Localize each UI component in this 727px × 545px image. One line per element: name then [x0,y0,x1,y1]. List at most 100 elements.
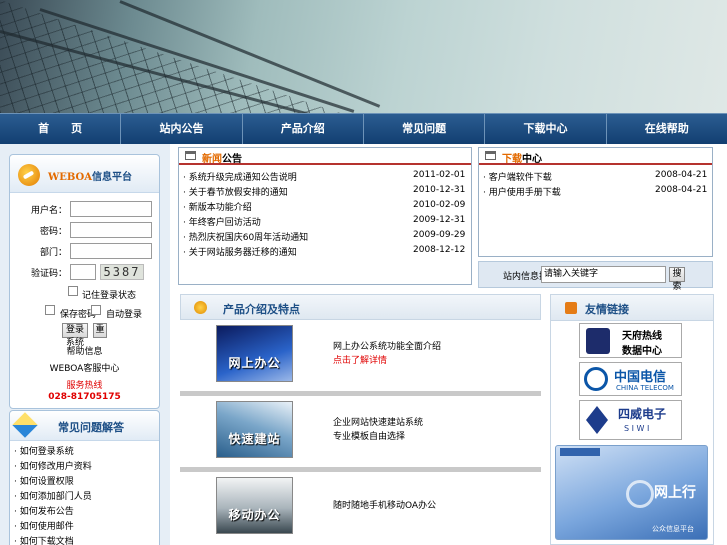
save-password-checkbox[interactable] [45,305,55,315]
siwi-name: 四威电子 [618,407,667,421]
department-label: 部门： [39,248,67,258]
remember-label: 记住登录状态 [82,291,137,301]
product-image-caption: 网上办公 [228,356,281,370]
telecom-name: 中国电信 [614,370,667,385]
friend-links-title: 友情链接 [585,303,629,316]
news-box: 新闻公告 · 系统升级完成通知公告说明 2011-02-01 · 关于春节放假安排… [178,147,472,285]
faq-item[interactable]: · 如何修改用户资料 [14,460,92,475]
link-tianfu-logo[interactable]: 天府热线 数据中心 [579,323,682,358]
username-input[interactable] [70,201,152,217]
product-detail-link[interactable]: 点击了解详情 [333,354,441,368]
login-button[interactable]: 登录系统 [62,323,88,348]
product-separator [180,467,541,472]
product-image-caption: 快速建站 [228,432,281,446]
products-header: 产品介绍及特点 [180,294,541,320]
product-image-mobile-office[interactable]: 移动办公 [216,477,293,534]
news-row[interactable]: · 系统升级完成通知公告说明 2011-02-01 [183,168,469,183]
news-row[interactable]: · 年终客户回访活动 2009-12-31 [183,213,469,228]
news-row[interactable]: · 关于春节放假安排的通知 2010-12-31 [183,183,469,198]
product-desc: 网上办公系统功能全面介绍 点击了解详情 [333,340,441,368]
download-box-title: 下载中心 [502,154,542,165]
password-label: 密码： [39,227,67,237]
search-input[interactable]: 请输入关键字 [541,266,666,283]
reset-button[interactable]: 重 [93,323,107,338]
faq-item[interactable]: · 如何添加部门人员 [14,490,92,505]
nav-item-announcements[interactable]: 站内公告 [121,114,243,144]
link-icon [565,302,577,314]
product-desc: 随时随地手机移动OA办公 [333,499,436,513]
news-row[interactable]: · 关于网站服务器迁移的通知 2008-12-12 [183,243,469,258]
link-siwi-logo[interactable]: 四威电子 S I W I [579,400,682,440]
nav-item-help[interactable]: 在线帮助 [607,114,727,144]
brand-en: WEBOA [48,172,92,183]
left-sidebar: WEBOA信息平台 用户名： 密码： 部门： 验证码： 5387 记住登录状态 … [0,144,170,545]
window-icon [485,151,496,160]
banner-strip [560,448,600,456]
product-separator [180,391,541,396]
product-line: 网上办公系统功能全面介绍 [333,342,442,352]
friend-links-panel: 友情链接 天府热线 数据中心 中国电信 CHINA TELECOM 四威电子 S… [550,294,714,545]
faq-item[interactable]: · 如何下载文档 [14,535,92,545]
nav-item-products[interactable]: 产品介绍 [243,114,364,144]
news-box-title: 新闻公告 [202,154,242,165]
product-image-online-office[interactable]: 网上办公 [216,325,293,382]
news-row[interactable]: · 新版本功能介绍 2010-02-09 [183,198,469,213]
faq-title: 常见问题解答 [58,421,124,434]
link-wangshanghang-banner[interactable]: 网上行 公众信息平台 [555,445,708,540]
search-button[interactable]: 搜索 [669,267,685,292]
product-line: 企业网站快速建站系统 [333,418,424,428]
username-label: 用户名： [30,206,67,216]
check-circle-icon [194,301,207,314]
captcha-label: 验证码： [30,269,67,279]
banner-title: 网上行 [654,485,696,501]
siwi-mark-icon [586,406,608,434]
tianfu-mark-icon [586,328,610,354]
product-line: 专业模板自由选择 [333,432,406,442]
download-row[interactable]: · 用户使用手册下载 2008-04-21 [483,183,711,198]
faq-panel-header: 常见问题解答 [10,411,159,441]
building-steel-frame-graphic [0,0,340,113]
download-box-header: 下载中心 [479,148,712,165]
site-search-bar: 站内信息搜索： 请输入关键字 搜索 [478,261,713,292]
faq-panel: 常见问题解答 · 如何登录系统 · 如何修改用户资料 · 如何设置权限 · 如何… [9,410,160,545]
window-icon [185,151,196,160]
faq-item[interactable]: · 如何登录系统 [14,445,92,460]
auto-login-checkbox[interactable] [91,305,101,315]
platform-brand: WEBOA信息平台 [48,168,132,183]
faq-item[interactable]: · 如何使用邮件 [14,520,92,535]
product-desc: 企业网站快速建站系统 专业模板自由选择 [333,416,423,444]
remember-checkbox[interactable] [68,286,78,296]
check-badge-icon [18,164,40,186]
product-image-quick-site[interactable]: 快速建站 [216,401,293,458]
hotline-phone: 028-81705175 [48,392,121,402]
telecom-en: CHINA TELECOM [616,384,674,392]
faq-item[interactable]: · 如何发布公告 [14,505,92,520]
download-row[interactable]: · 客户端软件下载 2008-04-21 [483,168,711,183]
telecom-mark-icon [584,367,608,391]
auto-login-label: 自动登录 [106,310,143,320]
captcha-row: 验证码： 5387 [10,264,159,280]
username-row: 用户名： [10,201,159,217]
nav-item-faq[interactable]: 常见问题 [364,114,486,144]
friend-links-header: 友情链接 [551,295,713,321]
nav-item-home[interactable]: 首 页 [0,114,122,144]
hotline-label: 服务热线 [66,381,103,391]
news-row[interactable]: · 热烈庆祝国庆60周年活动通知 2009-09-29 [183,228,469,243]
download-box: 下载中心 · 客户端软件下载 2008-04-21 · 用户使用手册下载 2008-… [478,147,713,257]
faq-item[interactable]: · 如何设置权限 [14,475,92,490]
faq-diamond-icon [12,412,38,438]
password-input[interactable] [70,222,152,238]
main-nav: 首 页 站内公告 产品介绍 常见问题 下载中心 在线帮助 [0,113,727,144]
nav-item-downloads[interactable]: 下载中心 [485,114,607,144]
password-row: 密码： [10,222,159,238]
login-panel: WEBOA信息平台 用户名： 密码： 部门： 验证码： 5387 记住登录状态 … [9,154,160,409]
service-center-label: WEBOA客服中心 [49,364,120,374]
help-info-link[interactable]: 帮助信息 [10,344,159,357]
captcha-input[interactable] [70,264,96,280]
banner-subtitle: 公众信息平台 [652,525,694,533]
department-input[interactable] [70,243,152,259]
link-china-telecom-logo[interactable]: 中国电信 CHINA TELECOM [579,362,682,396]
products-title: 产品介绍及特点 [223,303,300,316]
tianfu-sub: 数据中心 [622,346,662,357]
faq-list: · 如何登录系统 · 如何修改用户资料 · 如何设置权限 · 如何添加部门人员 … [14,445,92,545]
